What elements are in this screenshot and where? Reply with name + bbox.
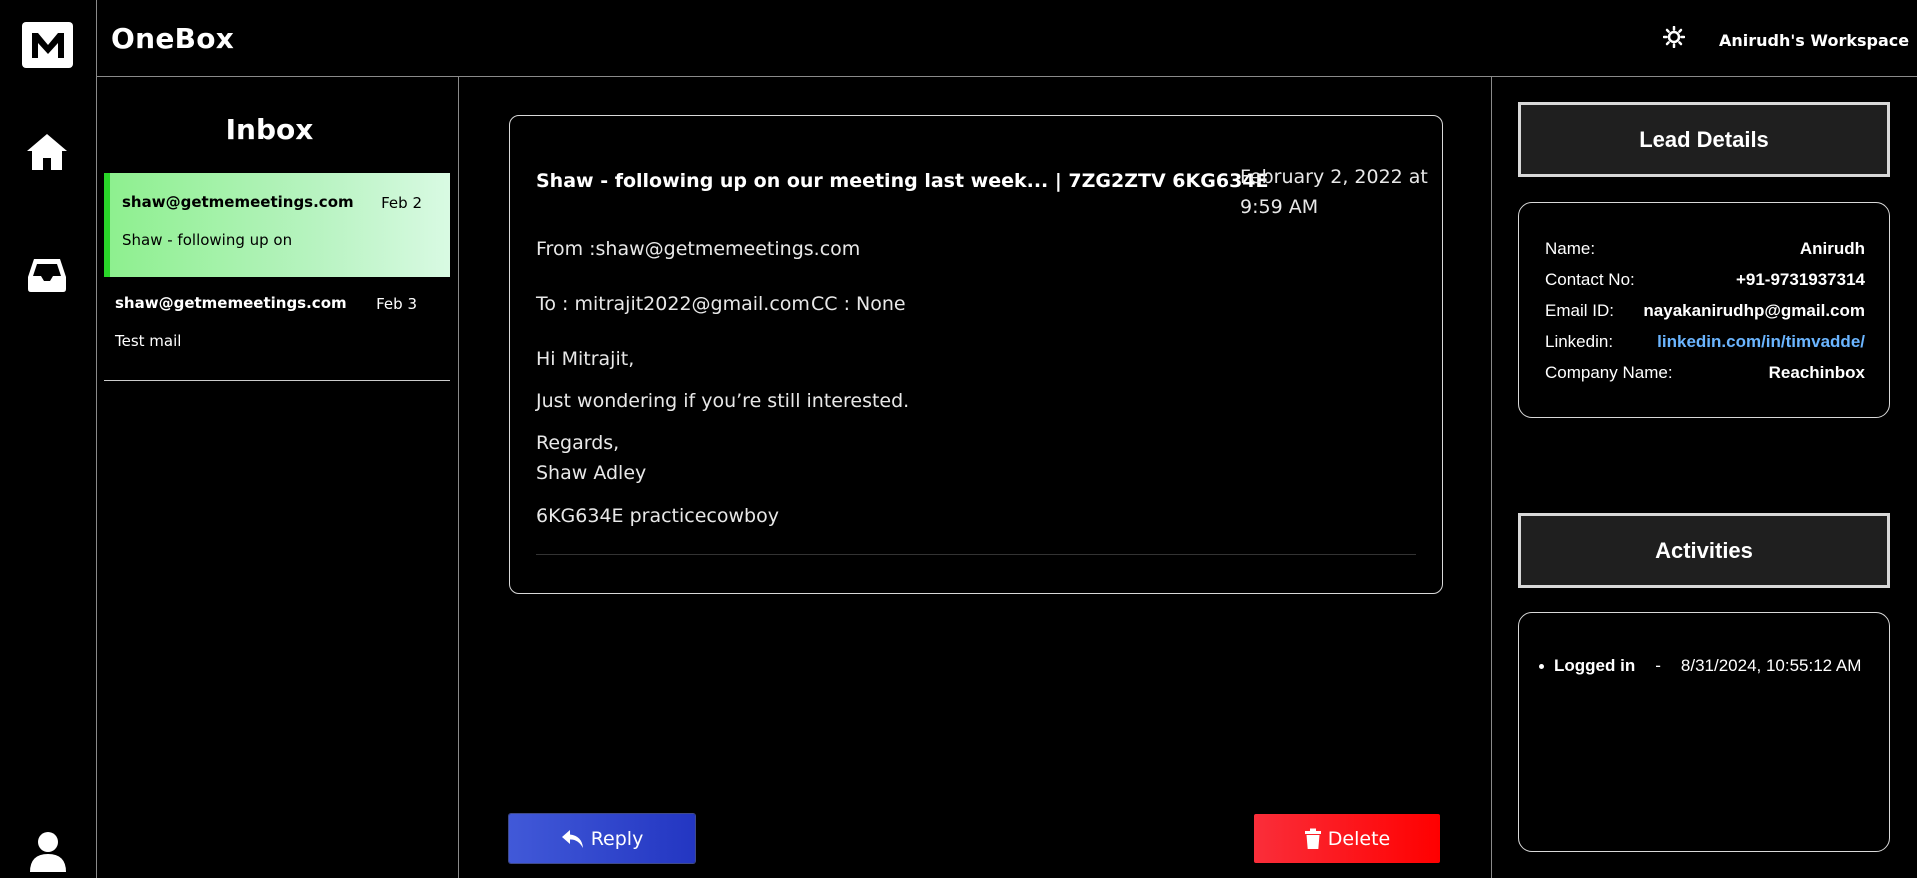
lead-details-card: Name: Anirudh Contact No: +91-9731937314… bbox=[1518, 202, 1890, 418]
email-signer: Shaw Adley bbox=[536, 462, 647, 484]
email-to: To : mitrajit2022@gmail.com bbox=[536, 293, 810, 315]
user-icon[interactable] bbox=[28, 830, 68, 872]
email-from: From :shaw@getmemeetings.com bbox=[536, 238, 861, 260]
lead-label: Linkedin: bbox=[1545, 332, 1614, 351]
inbox-tray-icon[interactable] bbox=[26, 255, 70, 295]
lead-panel: Lead Details Name: Anirudh Contact No: +… bbox=[1492, 77, 1917, 878]
top-bar: OneBox Anirudh's Workspace bbox=[97, 0, 1917, 77]
mail-subject-preview: Test mail bbox=[115, 332, 182, 350]
lead-label: Name: bbox=[1545, 239, 1596, 258]
activity-name: Logged in bbox=[1554, 656, 1636, 675]
theme-toggle-sun-icon[interactable] bbox=[1662, 25, 1686, 49]
lead-label: Contact No: bbox=[1545, 270, 1635, 289]
lead-details-heading: Lead Details bbox=[1518, 102, 1890, 177]
onebox-app: OneBox Anirudh's Workspace Inbox shaw@ge… bbox=[0, 0, 1917, 878]
delete-button-label: Delete bbox=[1327, 827, 1391, 850]
inbox-panel: Inbox shaw@getmemeetings.com Feb 2 Shaw … bbox=[97, 77, 459, 878]
mail-list-item-selected[interactable]: shaw@getmemeetings.com Feb 2 Shaw - foll… bbox=[104, 173, 450, 277]
email-footer-text: 6KG634E practicecowboy bbox=[536, 505, 779, 527]
activities-heading: Activities bbox=[1518, 513, 1890, 588]
reply-button[interactable]: Reply bbox=[509, 814, 695, 863]
email-card: Shaw - following up on our meeting last … bbox=[509, 115, 1443, 594]
inbox-heading: Inbox bbox=[225, 113, 314, 146]
app-title: OneBox bbox=[111, 22, 235, 55]
lead-row-linkedin: Linkedin: linkedin.com/in/timvadde/ bbox=[1545, 332, 1865, 352]
reply-button-label: Reply bbox=[590, 827, 644, 850]
linkedin-link[interactable]: linkedin.com/in/timvadde/ bbox=[1657, 332, 1865, 352]
mail-date: Feb 3 bbox=[376, 295, 417, 313]
mail-sender: shaw@getmemeetings.com bbox=[122, 193, 354, 211]
lead-value: +91-9731937314 bbox=[1735, 270, 1865, 289]
lead-value: nayakanirudhp@gmail.com bbox=[1643, 301, 1865, 320]
lead-row-contact: Contact No: +91-9731937314 bbox=[1545, 270, 1865, 290]
email-regards: Regards, bbox=[536, 432, 620, 454]
email-body: Just wondering if you’re still intereste… bbox=[536, 390, 910, 412]
email-cc: CC : None bbox=[811, 293, 906, 315]
trash-icon bbox=[1304, 828, 1321, 849]
activity-item: Logged in - 8/31/2024, 10:55:12 AM bbox=[1539, 656, 1861, 676]
lead-row-name: Name: Anirudh bbox=[1545, 239, 1865, 259]
bullet-icon bbox=[1539, 663, 1544, 669]
logo-m-icon[interactable] bbox=[22, 22, 73, 68]
lead-value: Reachinbox bbox=[1768, 363, 1865, 382]
email-greeting: Hi Mitrajit, bbox=[536, 348, 635, 370]
lead-value: Anirudh bbox=[1799, 239, 1865, 258]
lead-label: Company Name: bbox=[1545, 363, 1673, 382]
lead-label: Email ID: bbox=[1545, 301, 1614, 320]
home-icon[interactable] bbox=[25, 130, 69, 174]
lead-row-email: Email ID: nayakanirudhp@gmail.com bbox=[1545, 301, 1865, 321]
email-subject: Shaw - following up on our meeting last … bbox=[536, 170, 1269, 192]
lead-row-company: Company Name: Reachinbox bbox=[1545, 363, 1865, 383]
reply-arrow-icon bbox=[561, 829, 583, 848]
delete-button[interactable]: Delete bbox=[1254, 814, 1440, 863]
email-divider bbox=[536, 554, 1416, 555]
email-datetime: February 2, 2022 at 9:59 AM bbox=[1240, 166, 1428, 218]
email-viewer: Shaw - following up on our meeting last … bbox=[459, 77, 1492, 878]
mail-subject-preview: Shaw - following up on bbox=[122, 231, 293, 249]
left-rail bbox=[0, 0, 97, 878]
activity-separator: - bbox=[1655, 656, 1661, 675]
mail-sender: shaw@getmemeetings.com bbox=[115, 294, 347, 312]
workspace-selector[interactable]: Anirudh's Workspace bbox=[1719, 31, 1909, 50]
activity-time: 8/31/2024, 10:55:12 AM bbox=[1680, 656, 1862, 675]
activities-card: Logged in - 8/31/2024, 10:55:12 AM bbox=[1518, 612, 1890, 852]
mail-list-item[interactable]: shaw@getmemeetings.com Feb 3 Test mail bbox=[104, 277, 450, 381]
mail-date: Feb 2 bbox=[381, 194, 422, 212]
